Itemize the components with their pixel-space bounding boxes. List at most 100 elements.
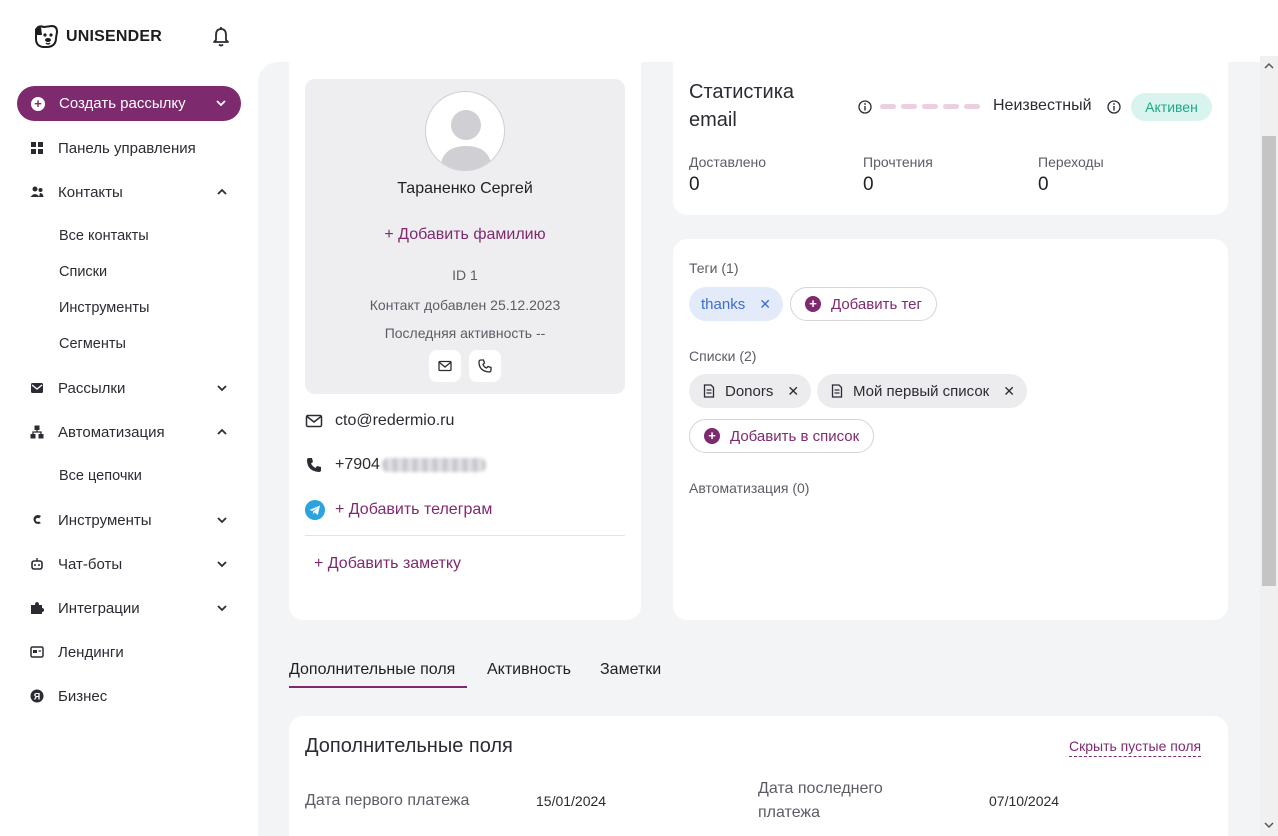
tab-extra-fields[interactable]: Дополнительные поля	[289, 661, 455, 679]
redacted-phone-digits	[381, 458, 486, 472]
svg-text:Я: Я	[34, 692, 40, 702]
add-to-list-button[interactable]: + Добавить в список	[689, 419, 875, 453]
active-tab-indicator	[289, 686, 467, 688]
sidebar-item-mailings[interactable]: Рассылки	[0, 370, 258, 406]
automation-label: Автоматизация (0)	[689, 480, 810, 496]
sidebar-item-integrations[interactable]: Интеграции	[0, 590, 258, 626]
clicks-label: Переходы	[1038, 154, 1104, 170]
status-badge: Активен	[1131, 93, 1212, 121]
add-telegram-link[interactable]: + Добавить телеграм	[335, 501, 492, 519]
phone-icon	[307, 458, 321, 472]
mailings-icon	[31, 383, 43, 393]
sidebar-subitem-tools[interactable]: Инструменты	[59, 300, 149, 316]
chevron-down-icon	[217, 561, 227, 568]
sidebar-subitem-all-chains[interactable]: Все цепочки	[59, 468, 142, 484]
call-button[interactable]	[469, 350, 501, 382]
rating-placeholder	[880, 104, 980, 109]
email-value: cto@redermio.ru	[335, 412, 455, 429]
sidebar-item-label: Чат-боты	[58, 555, 123, 573]
contact-added-date: Контакт добавлен 25.12.2023	[369, 297, 561, 313]
list-chip[interactable]: Donors ✕	[689, 374, 812, 408]
scrollbar-thumb[interactable]	[1262, 136, 1276, 586]
add-tag-label: Добавить тег	[831, 295, 922, 313]
sidebar-item-landings[interactable]: Лендинги	[0, 634, 258, 670]
contact-profile-card: Тараненко Сергей + Добавить фамилию ID 1…	[289, 62, 641, 620]
extra-fields-title: Дополнительные поля	[305, 735, 513, 757]
close-icon[interactable]: ✕	[759, 296, 771, 313]
bell-icon[interactable]	[210, 26, 232, 48]
sidebar-item-label: Контакты	[58, 183, 123, 201]
info-icon[interactable]	[858, 100, 872, 114]
delivered-value: 0	[689, 174, 700, 195]
delivered-label: Доставлено	[689, 154, 767, 170]
close-icon[interactable]: ✕	[1003, 383, 1015, 400]
tab-notes[interactable]: Заметки	[600, 661, 661, 679]
list-label: Donors	[725, 382, 774, 400]
sidebar-item-automation[interactable]: Автоматизация	[0, 414, 258, 450]
close-icon[interactable]: ✕	[787, 383, 799, 400]
sidebar-subitem-lists[interactable]: Списки	[59, 264, 107, 280]
sidebar-item-business[interactable]: Я Бизнес	[0, 678, 258, 714]
scroll-up-icon[interactable]	[1264, 62, 1274, 70]
add-tag-button[interactable]: + Добавить тег	[790, 287, 937, 321]
list-label: Мой первый список	[853, 382, 990, 400]
telegram-icon	[305, 500, 325, 520]
brand-logo[interactable]: UNISENDER	[32, 24, 162, 50]
avatar[interactable]	[425, 91, 505, 171]
email-stats-card: Статистика email Неизвестный Активен Дос…	[673, 62, 1228, 215]
business-icon: Я	[30, 689, 44, 703]
sidebar: + Создать рассылку Панель управления Кон…	[0, 62, 258, 836]
divider	[305, 535, 625, 536]
puzzle-icon	[31, 602, 44, 614]
sidebar-item-contacts[interactable]: Контакты	[0, 174, 258, 210]
chevron-up-icon	[217, 428, 227, 435]
tag-label: thanks	[701, 295, 746, 313]
sidebar-item-dashboard[interactable]: Панель управления	[0, 130, 258, 166]
add-surname-link[interactable]: + Добавить фамилию	[305, 226, 625, 244]
chevron-down-icon	[217, 385, 227, 392]
contacts-icon	[30, 186, 44, 197]
sidebar-item-label: Лендинги	[58, 643, 124, 661]
scrollbar[interactable]	[1260, 56, 1278, 836]
field-label: Дата первого платежа	[305, 792, 470, 809]
brand-name: UNISENDER	[66, 28, 163, 45]
chatbot-icon	[31, 558, 43, 570]
hide-empty-fields-link[interactable]: Скрыть пустые поля	[1069, 738, 1202, 757]
sidebar-item-label: Интеграции	[58, 599, 140, 617]
tag-chip[interactable]: thanks ✕	[689, 287, 783, 321]
add-note-link[interactable]: + Добавить заметку	[314, 555, 461, 573]
add-to-list-label: Добавить в список	[730, 427, 860, 445]
plus-icon: +	[805, 296, 821, 312]
chevron-down-icon	[217, 517, 227, 524]
unisender-dog-logo-icon	[35, 24, 59, 48]
telegram-row[interactable]: + Добавить телеграм	[305, 500, 492, 520]
phone-icon	[478, 359, 492, 373]
sidebar-subitem-all-contacts[interactable]: Все контакты	[59, 228, 149, 244]
chevron-up-icon	[217, 188, 227, 195]
last-activity: Последняя активность --	[384, 325, 546, 341]
scroll-down-icon[interactable]	[1264, 821, 1274, 829]
phone-row[interactable]: +7904	[305, 456, 486, 474]
automation-icon	[30, 425, 44, 439]
landing-icon	[30, 646, 44, 658]
tools-icon	[33, 515, 41, 524]
sidebar-item-label: Рассылки	[58, 379, 126, 397]
info-icon[interactable]	[1107, 100, 1121, 114]
email-row[interactable]: cto@redermio.ru	[305, 412, 454, 430]
stats-title: Статистика email	[689, 81, 795, 131]
sidebar-item-label: Бизнес	[58, 687, 108, 705]
sidebar-subitem-segments[interactable]: Сегменты	[59, 336, 126, 352]
extra-fields-card: Дополнительные поля Скрыть пустые поля Д…	[289, 716, 1228, 836]
create-mailing-button[interactable]: + Создать рассылку	[17, 86, 241, 121]
top-bar: UNISENDER	[0, 0, 1278, 62]
sidebar-item-label: Панель управления	[58, 139, 196, 157]
list-chip[interactable]: Мой первый список ✕	[817, 374, 1027, 408]
sidebar-item-chatbots[interactable]: Чат-боты	[0, 546, 258, 582]
send-email-button[interactable]	[429, 350, 461, 382]
sidebar-item-label: Инструменты	[58, 511, 152, 529]
clicks-value: 0	[1038, 174, 1049, 195]
sidebar-item-tools[interactable]: Инструменты	[0, 502, 258, 538]
field-value[interactable]: 07/10/2024	[989, 793, 1059, 809]
tab-activity[interactable]: Активность	[487, 661, 571, 679]
field-value[interactable]: 15/01/2024	[536, 793, 606, 809]
